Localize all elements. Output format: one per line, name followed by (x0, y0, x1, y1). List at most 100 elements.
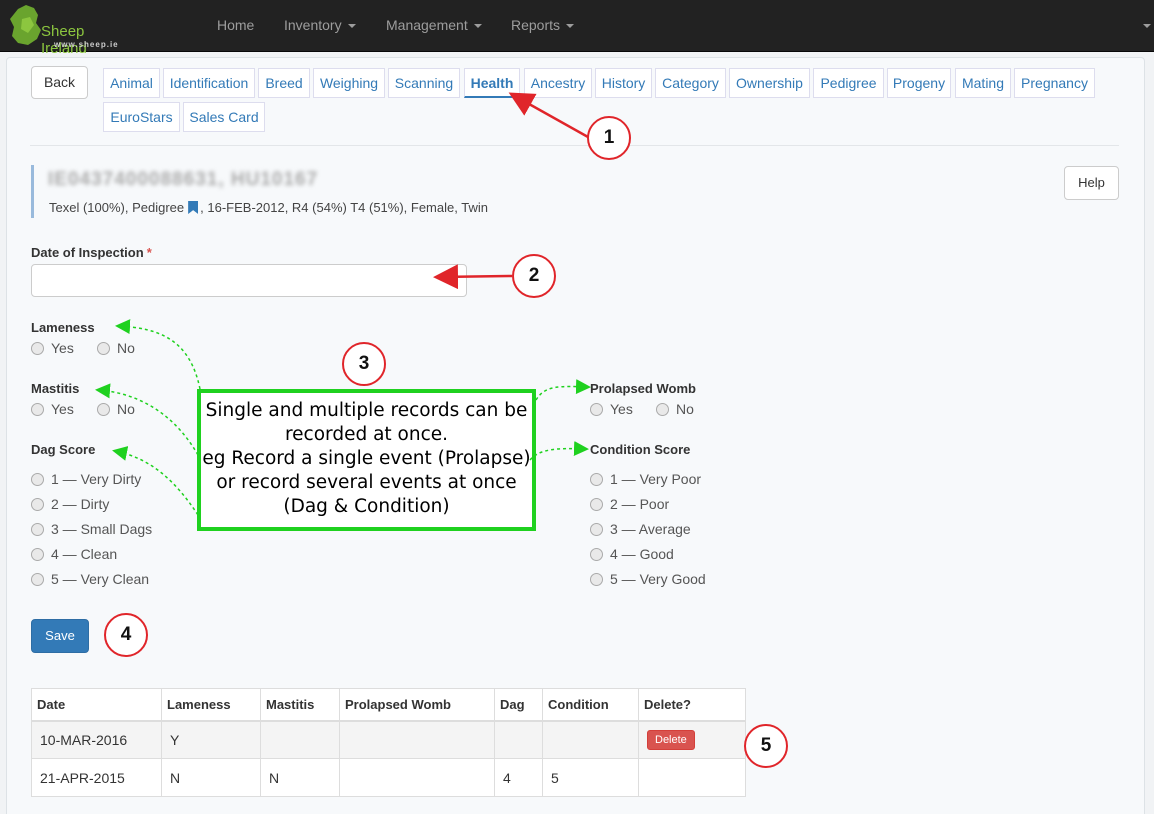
table-cell: N (260, 758, 340, 797)
dag-score-4-radio[interactable]: 4 — Clean (31, 546, 117, 562)
condition-score-2-radio[interactable]: 2 — Poor (590, 496, 669, 512)
tab-mating[interactable]: Mating (955, 68, 1011, 98)
annotation-line: or record several events at once (216, 472, 517, 493)
user-menu-chevron-icon[interactable] (1143, 24, 1151, 28)
callout-3: 3 (342, 342, 386, 386)
condition-score-1-radio[interactable]: 1 — Very Poor (590, 471, 701, 487)
tab-health[interactable]: Health (464, 68, 520, 98)
delete-button[interactable]: Delete (647, 729, 695, 750)
required-mark: * (146, 245, 152, 260)
tab-pregnancy[interactable]: Pregnancy (1014, 68, 1095, 98)
lameness-yes-radio[interactable]: Yes (31, 340, 74, 356)
health-records-table: Date Lameness Mastitis Prolapsed Womb Da… (31, 688, 746, 797)
tab-progeny[interactable]: Progeny (887, 68, 951, 98)
radio-label: No (117, 401, 135, 417)
prolapsed-no-radio[interactable]: No (656, 401, 694, 417)
annotation-line: recorded at once. (284, 424, 449, 445)
table-cell: 21-APR-2015 (31, 758, 162, 797)
tab-history[interactable]: History (595, 68, 652, 98)
prolapsed-yes-radio[interactable]: Yes (590, 401, 633, 417)
radio-label: 4 — Good (610, 546, 674, 562)
column-header: Lameness (161, 688, 261, 722)
radio-label: No (676, 401, 694, 417)
table-cell (260, 720, 340, 759)
dag-score-3-radio[interactable]: 3 — Small Dags (31, 521, 152, 537)
sheep-ireland-logo[interactable]: Sheep Ireland www.sheep.ie (8, 3, 128, 57)
radio-label: 4 — Clean (51, 546, 118, 562)
dag-score-label: Dag Score (31, 442, 96, 457)
nav-management-label: Management (386, 17, 468, 33)
top-navbar: Sheep Ireland www.sheep.ie Home Inventor… (0, 0, 1154, 57)
table-row: 10-MAR-2016 Y Delete (31, 720, 746, 759)
column-header: Delete? (638, 688, 746, 722)
nav-reports-label: Reports (511, 17, 561, 33)
radio-icon (656, 403, 669, 416)
annotation-line: (Dag & Condition) (283, 496, 450, 517)
table-cell: 5 (542, 758, 639, 797)
radio-icon (31, 342, 44, 355)
tab-animal[interactable]: Animal (103, 68, 160, 98)
callout-2: 2 (512, 254, 556, 298)
tab-ancestry[interactable]: Ancestry (524, 68, 592, 98)
column-header: Mastitis (260, 688, 340, 722)
tab-eurostars[interactable]: EuroStars (103, 102, 180, 132)
tab-breed[interactable]: Breed (258, 68, 310, 98)
radio-icon (590, 403, 603, 416)
nav-inventory[interactable]: Inventory (284, 17, 356, 33)
radio-label: Yes (610, 401, 633, 417)
column-header: Dag (494, 688, 543, 722)
condition-score-5-radio[interactable]: 5 — Very Good (590, 571, 706, 587)
animal-breed: Texel (100%), Pedigree (49, 200, 185, 215)
radio-label: 3 — Small Dags (51, 521, 153, 537)
tab-identification[interactable]: Identification (163, 68, 255, 98)
nav-inventory-label: Inventory (284, 17, 342, 33)
help-button[interactable]: Help (1064, 166, 1119, 200)
radio-icon (31, 473, 44, 486)
table-cell (494, 720, 543, 759)
callout-4: 4 (104, 613, 148, 657)
radio-icon (590, 473, 603, 486)
chevron-down-icon (566, 24, 575, 29)
date-label-text: Date of Inspection (31, 245, 144, 260)
animal-info: 16-FEB-2012, R4 (54%) T4 (51%), Female, … (207, 200, 488, 215)
save-button[interactable]: Save (31, 619, 89, 653)
back-button[interactable]: Back (31, 66, 88, 99)
column-header: Condition (542, 688, 639, 722)
tab-sales-card[interactable]: Sales Card (183, 102, 265, 132)
radio-icon (31, 523, 44, 536)
table-row: 21-APR-2015 N N 4 5 (31, 758, 746, 797)
tab-pedigree[interactable]: Pedigree (813, 68, 884, 98)
annotation-line: Single and multiple records can be (205, 400, 528, 421)
dag-score-2-radio[interactable]: 2 — Dirty (31, 496, 109, 512)
prolapsed-womb-label: Prolapsed Womb (590, 381, 696, 396)
table-cell (638, 758, 746, 797)
date-of-inspection-input[interactable] (31, 264, 467, 297)
radio-label: 1 — Very Dirty (51, 471, 142, 487)
table-cell (339, 758, 495, 797)
nav-reports[interactable]: Reports (511, 17, 575, 33)
tab-scanning[interactable]: Scanning (388, 68, 460, 98)
nav-management[interactable]: Management (386, 17, 482, 33)
condition-score-4-radio[interactable]: 4 — Good (590, 546, 674, 562)
lameness-label: Lameness (31, 320, 95, 335)
tab-category[interactable]: Category (655, 68, 726, 98)
radio-icon (31, 573, 44, 586)
lameness-no-radio[interactable]: No (97, 340, 135, 356)
mastitis-yes-radio[interactable]: Yes (31, 401, 74, 417)
animal-id: IE0437400088631, HU10167 (48, 169, 319, 190)
tab-weighing[interactable]: Weighing (313, 68, 385, 98)
table-cell: 4 (494, 758, 543, 797)
column-header: Prolapsed Womb (339, 688, 495, 722)
callout-1: 1 (587, 116, 631, 160)
radio-label: 3 — Average (610, 521, 691, 537)
dag-score-5-radio[interactable]: 5 — Very Clean (31, 571, 149, 587)
tab-ownership[interactable]: Ownership (729, 68, 810, 98)
condition-score-3-radio[interactable]: 3 — Average (590, 521, 691, 537)
radio-icon (31, 403, 44, 416)
radio-label: 5 — Very Clean (51, 571, 150, 587)
nav-home[interactable]: Home (217, 17, 254, 33)
mastitis-no-radio[interactable]: No (97, 401, 135, 417)
dag-score-1-radio[interactable]: 1 — Very Dirty (31, 471, 141, 487)
radio-label: Yes (51, 340, 74, 356)
annotation-line: eg Record a single event (Prolapse) (202, 448, 531, 469)
